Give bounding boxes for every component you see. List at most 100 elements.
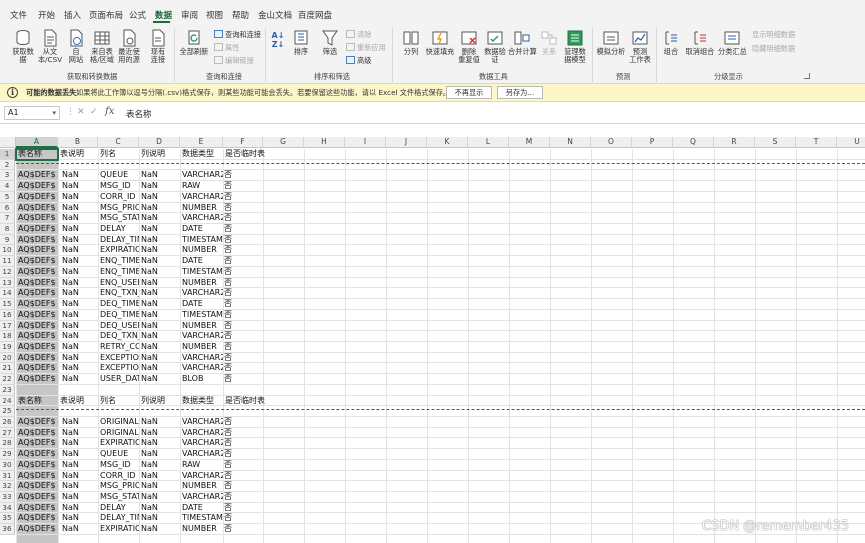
cell-column-desc[interactable]: NaN (141, 342, 180, 353)
cell-is-temp[interactable]: 否 (224, 438, 262, 449)
column-header-t[interactable]: T (796, 137, 837, 148)
existing-connections-button[interactable]: 现有 连接 (146, 29, 170, 64)
formula-input[interactable]: 表名称 (126, 108, 152, 120)
column-header-d[interactable]: D (139, 137, 180, 148)
row-header[interactable]: 33 (0, 492, 15, 503)
cell-column-desc[interactable]: NaN (141, 481, 180, 492)
cell-table-name[interactable]: AQ$DEF$ (18, 299, 58, 310)
cell-is-temp[interactable]: 否 (224, 417, 262, 428)
column-header-h[interactable]: H (304, 137, 345, 148)
cell-is-temp[interactable]: 否 (224, 235, 262, 246)
group-button[interactable]: 组合 (661, 29, 681, 56)
row-header[interactable]: 14 (0, 288, 15, 300)
cell-table-name[interactable]: AQ$DEF$ (18, 417, 58, 428)
filter-button[interactable]: 筛选 (319, 29, 341, 56)
cell-data-type[interactable]: VARCHAR2 (182, 471, 223, 482)
cell-is-temp[interactable]: 否 (224, 256, 262, 267)
cell-is-temp[interactable]: 否 (224, 213, 262, 224)
cell-column-name[interactable]: DELAY_TIN (100, 513, 139, 524)
row-header[interactable]: 6 (0, 202, 15, 214)
show-detail-button[interactable]: 显示明细数据 (752, 30, 795, 40)
cell-is-temp[interactable]: 否 (224, 245, 262, 256)
cell-table-desc[interactable]: NaN (62, 181, 100, 192)
data-validation-button[interactable]: 数据验 证 (483, 29, 507, 64)
cell-column-name[interactable]: CORR_ID (100, 471, 139, 482)
cell-column-desc[interactable]: NaN (141, 417, 180, 428)
cell-is-temp[interactable]: 否 (224, 374, 262, 385)
cell-table-desc[interactable]: NaN (62, 449, 100, 460)
cell-is-temp[interactable]: 否 (224, 321, 262, 332)
clear-button[interactable]: 清除 (346, 30, 371, 40)
select-all-corner[interactable] (0, 137, 16, 148)
cell-is-temp[interactable]: 否 (224, 471, 262, 482)
cell-table-desc[interactable]: NaN (62, 235, 100, 246)
cell-table-name[interactable]: AQ$DEF$ (18, 310, 58, 321)
cell-table-name[interactable]: AQ$DEF$ (18, 321, 58, 332)
cell-column-name[interactable]: MSG_STAT (100, 492, 139, 503)
column-header-a[interactable]: A (16, 137, 58, 148)
cell-table-desc[interactable]: NaN (62, 503, 100, 514)
cell-is-temp[interactable]: 否 (224, 310, 262, 321)
cell-table-name[interactable]: AQ$DEF$ (18, 181, 58, 192)
column-header-q[interactable]: Q (673, 137, 714, 148)
cell-table-name[interactable]: AQ$DEF$ (18, 331, 58, 342)
cell-column-desc[interactable]: NaN (141, 449, 180, 460)
cell-column-desc[interactable]: NaN (141, 438, 180, 449)
cell-data-type[interactable]: VARCHAR2 (182, 492, 223, 503)
tab-insert[interactable]: 插入 (64, 9, 81, 21)
cell-data-type[interactable]: NUMBER (182, 321, 223, 332)
cell-table-name[interactable]: AQ$DEF$ (18, 245, 58, 256)
cell-table-desc[interactable]: NaN (62, 524, 100, 535)
cell-table-desc[interactable]: NaN (62, 288, 100, 299)
row-header[interactable]: 20 (0, 352, 15, 364)
from-text-csv-button[interactable]: 从文 本/CSV (37, 29, 63, 64)
cell-data-type[interactable]: VARCHAR2 (182, 331, 223, 342)
enter-icon[interactable]: ✓ (90, 107, 98, 117)
cell-is-temp[interactable]: 否 (224, 170, 262, 181)
cell-column-name[interactable]: RETRY_CO (100, 342, 139, 353)
row-header[interactable]: 2 (0, 159, 15, 171)
cell-data-type[interactable]: VARCHAR2 (182, 170, 223, 181)
cell-data-type[interactable]: VARCHAR2 (182, 449, 223, 460)
cell-column-desc[interactable]: NaN (141, 213, 180, 224)
cell-table-name[interactable]: AQ$DEF$ (18, 503, 58, 514)
cell-table-name[interactable]: AQ$DEF$ (18, 170, 58, 181)
cell-is-temp[interactable]: 否 (224, 492, 262, 503)
recent-sources-button[interactable]: 最近使 用的源 (116, 29, 142, 64)
forecast-sheet-button[interactable]: 预测 工作表 (628, 29, 652, 64)
cell-data-type[interactable]: 数据类型 (182, 149, 223, 160)
cell-table-desc[interactable]: 表说明 (60, 396, 98, 407)
cell-column-name[interactable]: EXPIRATIC (100, 524, 139, 535)
name-box[interactable]: A1 ▾ (4, 106, 60, 120)
row-header[interactable]: 29 (0, 449, 15, 460)
cell-table-name[interactable]: AQ$DEF$ (18, 353, 58, 364)
column-header-j[interactable]: J (386, 137, 427, 148)
cell-table-name[interactable]: AQ$DEF$ (18, 374, 58, 385)
row-header[interactable]: 28 (0, 438, 15, 450)
cell-table-desc[interactable]: NaN (62, 170, 100, 181)
cell-data-type[interactable]: VARCHAR2 (182, 417, 223, 428)
cell-is-temp[interactable]: 否 (224, 428, 262, 439)
row-header[interactable]: 3 (0, 170, 15, 182)
cell-table-name[interactable]: AQ$DEF$ (18, 449, 58, 460)
cell-is-temp[interactable]: 否 (224, 299, 262, 310)
row-header[interactable]: 8 (0, 224, 15, 235)
cell-column-name[interactable]: ORIGINAL_ (100, 428, 139, 439)
column-header-n[interactable]: N (550, 137, 591, 148)
cell-is-temp[interactable]: 否 (224, 224, 262, 235)
tab-formulas[interactable]: 公式 (129, 9, 146, 21)
cell-column-name[interactable]: DEQ_TIME (100, 310, 139, 321)
cell-column-desc[interactable]: NaN (141, 224, 180, 235)
cell-data-type[interactable]: RAW (182, 460, 223, 471)
edit-links-button[interactable]: 编辑链接 (214, 56, 254, 66)
tab-view[interactable]: 视图 (206, 9, 223, 21)
cell-data-type[interactable]: TIMESTAM (182, 267, 223, 278)
cell-table-name[interactable]: AQ$DEF$ (18, 224, 58, 235)
row-header[interactable]: 19 (0, 341, 15, 353)
cell-table-desc[interactable]: NaN (62, 363, 100, 374)
cell-table-desc[interactable]: NaN (62, 481, 100, 492)
cell-column-desc[interactable]: 列说明 (141, 149, 180, 160)
cell-table-desc[interactable]: NaN (62, 417, 100, 428)
row-header[interactable]: 9 (0, 234, 15, 246)
save-as-button[interactable]: 另存为... (497, 86, 543, 99)
